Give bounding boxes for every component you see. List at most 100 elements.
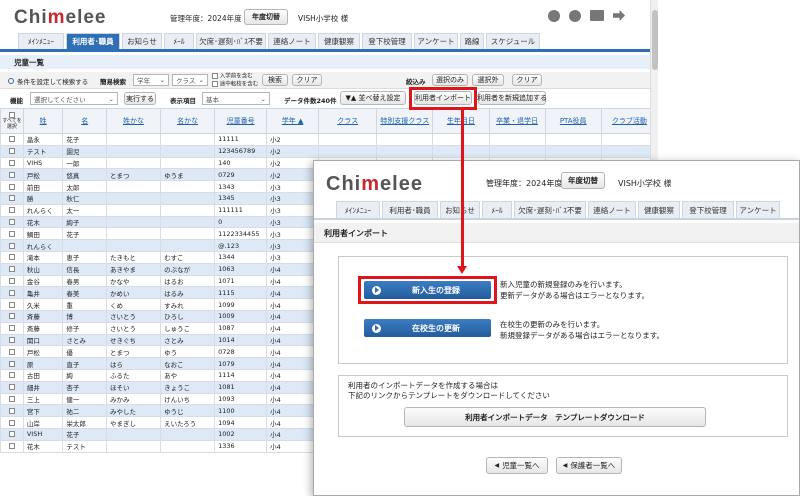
row-select-cell[interactable] [0,368,24,382]
row-select-cell[interactable] [0,333,24,347]
update-students-button[interactable]: 在校生の更新 [364,319,491,337]
clear-button[interactable]: クリア [292,74,322,86]
row-select-cell[interactable] [0,404,24,418]
row-select-cell[interactable] [0,262,24,276]
col-pta[interactable]: PTA役員 [544,108,602,134]
book-icon[interactable] [590,10,604,21]
col-child-number[interactable]: 児童番号 [214,108,268,134]
row-checkbox[interactable] [8,313,15,320]
row-checkbox[interactable] [8,325,15,332]
row-checkbox[interactable] [8,183,15,190]
tab-absence[interactable]: 欠席･遅刻･ﾊﾞｽ不要 [514,201,586,218]
selected-only-button[interactable]: 選択のみ [432,74,468,86]
template-download-button[interactable]: 利用者インポートデータ テンプレートダウンロード [404,407,706,427]
row-select-cell[interactable] [0,321,24,335]
gear-icon[interactable] [548,10,560,22]
execute-button[interactable]: 実行する [124,92,156,105]
tab-commute[interactable]: 登下校管理 [682,201,734,218]
tab-survey[interactable]: アンケート [736,201,780,218]
row-checkbox[interactable] [8,242,15,249]
year-switch-button[interactable]: 年度切替 [561,172,605,189]
tab-mail[interactable]: ﾒｰﾙ [164,33,194,49]
back-to-children-button[interactable]: ◀ 児童一覧へ [486,457,548,474]
function-select[interactable]: 選択してください ⌄ [30,92,118,105]
row-select-cell[interactable] [0,250,24,264]
row-checkbox[interactable] [8,136,15,143]
row-select-cell[interactable] [0,227,24,241]
row-checkbox[interactable] [8,148,15,155]
row-select-cell[interactable] [0,239,24,252]
scrollbar-thumb[interactable] [652,10,658,70]
col-graduation[interactable]: 卒業・退学日 [488,108,546,134]
row-checkbox[interactable] [8,419,15,426]
row-checkbox[interactable] [8,384,15,391]
row-checkbox[interactable] [8,336,15,343]
tab-health[interactable]: 健康観察 [638,201,680,218]
row-select-cell[interactable] [0,298,24,311]
row-checkbox[interactable] [8,360,15,367]
tab-main-menu[interactable]: ﾒｲﾝﾒﾆｭｰ [336,201,380,218]
col-last-name[interactable]: 姓 [22,108,64,134]
row-checkbox[interactable] [8,348,15,355]
tab-contact-notes[interactable]: 連絡ノート [268,33,316,49]
search-button[interactable]: 検索 [262,74,288,86]
table-row[interactable]: 畠永 花子 11111 小2 [0,133,659,146]
row-select-cell[interactable] [0,180,24,193]
row-checkbox[interactable] [8,218,15,225]
tab-users-staff[interactable]: 利用者･職員 [382,201,438,218]
row-checkbox[interactable] [8,395,15,402]
row-checkbox[interactable] [8,207,15,214]
row-select-cell[interactable] [0,357,24,370]
tab-contact-notes[interactable]: 連絡ノート [588,201,636,218]
narrow-clear-button[interactable]: クリア [512,74,542,86]
row-select-cell[interactable] [0,416,24,429]
tab-routes[interactable]: 路線 [460,33,484,49]
class-select[interactable]: クラス ⌄ [172,74,208,86]
selected-except-button[interactable]: 選択外 [472,74,504,86]
col-last-kana[interactable]: 姓かな [106,108,162,134]
help-icon[interactable] [569,10,581,22]
row-select-cell[interactable] [0,427,24,441]
row-select-cell[interactable] [0,392,24,406]
row-checkbox[interactable] [8,372,15,379]
row-checkbox[interactable] [8,407,15,414]
row-select-cell[interactable] [0,215,24,229]
row-checkbox[interactable] [8,431,15,438]
tab-absence[interactable]: 欠席･遅刻･ﾊﾞｽ不要 [196,33,266,49]
display-items-select[interactable]: 基本 ⌄ [202,92,270,105]
row-checkbox[interactable] [8,277,15,284]
add-user-button[interactable]: 利用者を新規追加する [477,91,547,105]
col-class[interactable]: クラス [318,108,378,134]
tab-notices[interactable]: お知らせ [440,201,480,218]
row-checkbox[interactable] [8,289,15,296]
row-select-cell[interactable] [0,133,24,146]
new-students-button[interactable]: 新入生の登録 [364,281,491,299]
row-checkbox[interactable] [8,171,15,178]
table-row[interactable]: テスト 園児 123456789 小2 [0,144,659,158]
col-special-class[interactable]: 特別支援クラス [376,108,434,134]
tab-commute[interactable]: 登下校管理 [362,33,412,49]
row-select-cell[interactable] [0,345,24,359]
row-select-cell[interactable] [0,380,24,394]
grade-select[interactable]: 学年 ⌄ [133,74,169,86]
row-checkbox[interactable] [8,159,15,166]
col-first-name[interactable]: 名 [62,108,108,134]
col-grade[interactable]: 学年 ▲ [266,108,320,134]
col-first-kana[interactable]: 名かな [160,108,216,134]
row-select-cell[interactable] [0,156,24,170]
tab-notices[interactable]: お知らせ [122,33,162,49]
tab-survey[interactable]: アンケート [414,33,458,49]
include-prenatal-checkbox[interactable] [212,73,218,79]
row-checkbox[interactable] [8,230,15,237]
year-switch-button[interactable]: 年度切替 [244,9,288,25]
row-checkbox[interactable] [8,301,15,308]
row-select-cell[interactable] [0,274,24,288]
row-select-cell[interactable] [0,191,24,205]
back-to-guardians-button[interactable]: ◀ 保護者一覧へ [556,457,622,474]
tab-schedule[interactable]: スケジュール [486,33,540,49]
row-select-cell[interactable] [0,439,24,453]
select-all-checkbox[interactable] [8,111,15,118]
logout-icon[interactable] [613,10,625,21]
tab-users-staff[interactable]: 利用者･職員 [66,33,120,49]
tab-mail[interactable]: ﾒｰﾙ [482,201,512,218]
